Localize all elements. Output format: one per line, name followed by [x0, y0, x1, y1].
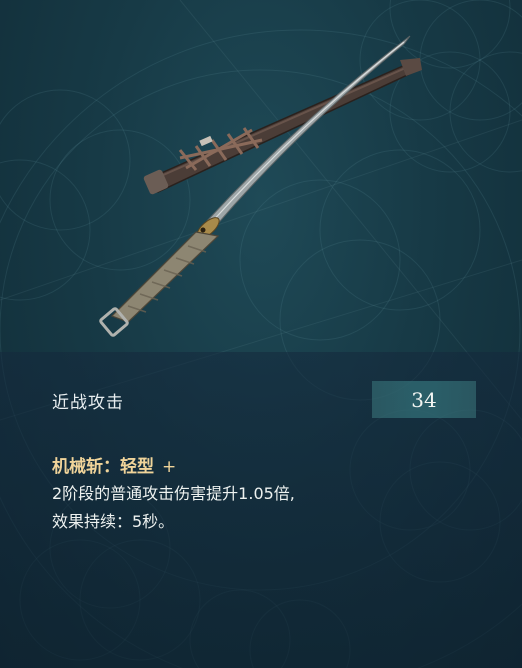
skill-title: 机械斩：轻型 +	[52, 452, 176, 477]
stat-value: 34	[411, 387, 437, 412]
handle	[99, 231, 220, 337]
katana-icon	[99, 35, 422, 337]
skill-desc-line: 效果持续：5秒。	[52, 512, 175, 531]
skill-title-text: 机械斩：轻型	[52, 457, 154, 477]
stat-value-box: 34	[372, 381, 476, 418]
skill-desc-line: 2阶段的普通攻击伤害提升1.05倍,	[52, 484, 295, 503]
scabbard	[143, 58, 422, 195]
stat-label: 近战攻击	[52, 393, 124, 412]
skill-description: 2阶段的普通攻击伤害提升1.05倍, 效果持续：5秒。	[52, 480, 295, 536]
skill-plus-icon: +	[162, 457, 177, 477]
blade	[205, 35, 411, 229]
